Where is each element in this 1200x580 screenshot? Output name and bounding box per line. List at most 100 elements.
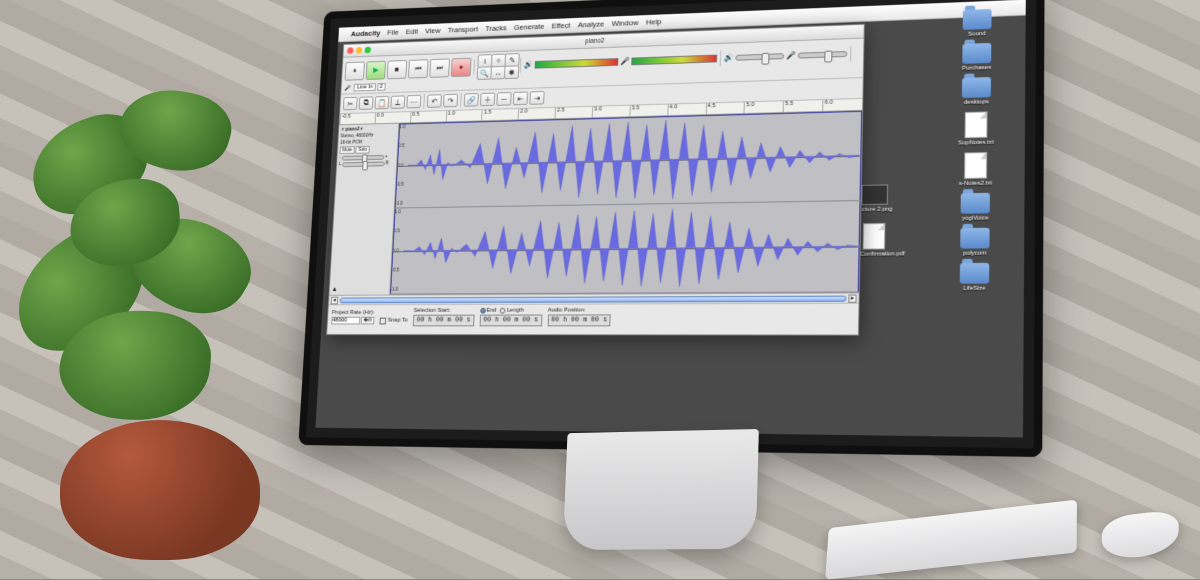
multi-tool-icon[interactable]: ✱	[504, 65, 519, 79]
scrollbar-thumb[interactable]	[340, 295, 847, 303]
skip-start-button[interactable]: ⏮	[408, 59, 429, 78]
menu-view[interactable]: View	[425, 26, 441, 35]
tracks-panel: ✕piano2▾ Stereo, 48000Hz 16-bit PCM Mute…	[329, 111, 862, 295]
potted-plant	[0, 80, 280, 560]
pan-slider[interactable]	[342, 161, 385, 167]
plant-leaves	[0, 80, 280, 440]
project-rate-input[interactable]	[331, 317, 360, 325]
scroll-left-icon[interactable]: ◂	[331, 296, 339, 304]
desktop-file-snotes2[interactable]: s-Notes2.txt	[933, 151, 1018, 187]
desktop-folder-sound[interactable]: Sound	[935, 8, 1019, 39]
collapse-track-icon[interactable]: ▲	[331, 286, 388, 293]
input-volume-slider[interactable]	[798, 50, 848, 58]
ruler-tick: 3.0	[592, 106, 630, 118]
photo-scene: Audacity File Edit View Transport Tracks…	[0, 0, 1200, 579]
desktop-icons-right: Sound Purchases desktops SupNotes.txt s-…	[932, 8, 1020, 292]
audio-position-time[interactable]: 00 h 00 m 00 s	[547, 314, 611, 326]
selection-start-label: Selection Start:	[413, 308, 474, 314]
paste-button[interactable]: 📋	[374, 96, 389, 109]
macos-desktop: Audacity File Edit View Transport Tracks…	[315, 0, 1025, 437]
waveform-left-channel[interactable]: 1.00.50.0-0.5-1.0	[395, 111, 862, 209]
menu-window[interactable]: Window	[612, 18, 639, 28]
trim-button[interactable]: ⟂	[390, 95, 405, 109]
record-meter[interactable]	[631, 54, 717, 65]
keyboard	[825, 500, 1077, 580]
ruler-tick: 5.5	[783, 100, 823, 112]
solo-button[interactable]: Solo	[355, 146, 370, 154]
scroll-right-icon[interactable]: ▸	[848, 294, 856, 302]
plant-pot	[60, 420, 260, 560]
ruler-tick: 4.0	[667, 103, 706, 115]
fit-project-button[interactable]: ⇥	[529, 91, 544, 105]
menu-effect[interactable]: Effect	[552, 21, 571, 30]
ruler-tick: 4.5	[705, 102, 744, 114]
output-volume-slider[interactable]	[735, 53, 784, 61]
desktop-folder-lifesize[interactable]: LifeSize	[932, 263, 1018, 293]
menu-generate[interactable]: Generate	[514, 22, 545, 32]
project-rate-label: Project Rate (Hz):	[332, 310, 375, 316]
monitor-stand	[563, 429, 759, 550]
ruler-tick: -0.5	[339, 113, 375, 124]
copy-button[interactable]: ⧉	[359, 96, 374, 109]
selection-end-time[interactable]: 00 h 00 m 00 s	[479, 315, 542, 327]
waveform-area[interactable]: 1.00.50.0-0.5-1.0 1.00.50.0-0.5-1.0	[390, 111, 862, 295]
waveform-right-channel[interactable]: 1.00.50.0-0.5-1.0	[390, 201, 860, 295]
snap-to-checkbox[interactable]	[380, 317, 387, 324]
snap-to-label: Snap To	[388, 318, 408, 324]
selection-start-time[interactable]: 00 h 00 m 00 s	[413, 315, 475, 327]
menu-help[interactable]: Help	[646, 17, 662, 26]
sync-lock-icon[interactable]: 🔗	[464, 93, 479, 107]
ruler-tick: 3.5	[629, 105, 667, 117]
track-control-panel[interactable]: ✕piano2▾ Stereo, 48000Hz 16-bit PCM Mute…	[329, 124, 399, 295]
audacity-window: piano2 ⏸ ▶ ■ ⏮ ⏭ ● I ✧ ✎ 🔍 ↔	[326, 24, 865, 336]
ruler-tick: 0.5	[410, 111, 446, 122]
ruler-tick: 1.5	[482, 109, 519, 120]
ruler-tick: 1.0	[446, 110, 483, 121]
end-radio[interactable]	[480, 308, 486, 314]
stop-button[interactable]: ■	[387, 60, 407, 79]
playback-meter[interactable]	[535, 58, 619, 69]
speaker-slider-icon: 🔊	[724, 53, 734, 62]
fit-selection-button[interactable]: ⇤	[513, 92, 528, 106]
input-channels-select[interactable]: 2	[377, 83, 386, 91]
gain-slider[interactable]	[341, 154, 384, 160]
menu-tracks[interactable]: Tracks	[485, 24, 507, 33]
undo-button[interactable]: ↶	[427, 94, 442, 108]
menu-transport[interactable]: Transport	[447, 25, 478, 35]
mute-button[interactable]: Mute	[339, 146, 354, 154]
track-name: piano2	[345, 127, 359, 133]
play-button[interactable]: ▶	[366, 60, 386, 79]
ruler-tick: 2.5	[555, 107, 593, 119]
menu-audacity[interactable]: Audacity	[351, 29, 381, 38]
speaker-icon: 🔊	[524, 60, 534, 69]
desktop-folder-desktops[interactable]: desktops	[934, 76, 1019, 107]
record-button[interactable]: ●	[451, 57, 472, 76]
redo-button[interactable]: ↷	[443, 94, 458, 108]
length-radio[interactable]	[500, 308, 506, 314]
ruler-tick: 2.0	[518, 108, 555, 120]
cut-button[interactable]: ✂	[343, 97, 358, 110]
audio-position-label: Audio Position:	[548, 307, 612, 313]
ruler-tick: 0.0	[374, 112, 410, 123]
desktop-file-supnotes[interactable]: SupNotes.txt	[934, 111, 1019, 148]
ruler-tick: 5.0	[744, 101, 783, 113]
input-device-select[interactable]: Line In	[354, 83, 375, 91]
selection-toolbar: Project Rate (Hz): �ift Snap To	[327, 303, 858, 330]
skip-end-button[interactable]: ⏭	[429, 58, 450, 77]
desktop-folder-polycom[interactable]: polycom	[932, 227, 1018, 257]
zoom-in-button[interactable]: ＋	[480, 93, 495, 107]
menu-analyze[interactable]: Analyze	[578, 20, 605, 30]
project-rate-stepper[interactable]: �ift	[361, 317, 375, 325]
zoom-out-button[interactable]: －	[496, 92, 511, 106]
silence-button[interactable]: ⋯	[406, 95, 421, 109]
ruler-tick: 6.0	[822, 99, 862, 111]
menu-file[interactable]: File	[387, 28, 399, 37]
menu-edit[interactable]: Edit	[406, 27, 419, 36]
imac-monitor: Audacity File Edit View Transport Tracks…	[298, 0, 1044, 457]
mouse	[1101, 509, 1180, 561]
mic-slider-icon: 🎤	[786, 51, 796, 60]
input-device-icon: 🎤	[344, 85, 351, 92]
pause-button[interactable]: ⏸	[345, 61, 365, 80]
desktop-folder-purchases[interactable]: Purchases	[935, 42, 1020, 73]
desktop-folder-yogivoice[interactable]: yogiVoice	[933, 192, 1019, 222]
